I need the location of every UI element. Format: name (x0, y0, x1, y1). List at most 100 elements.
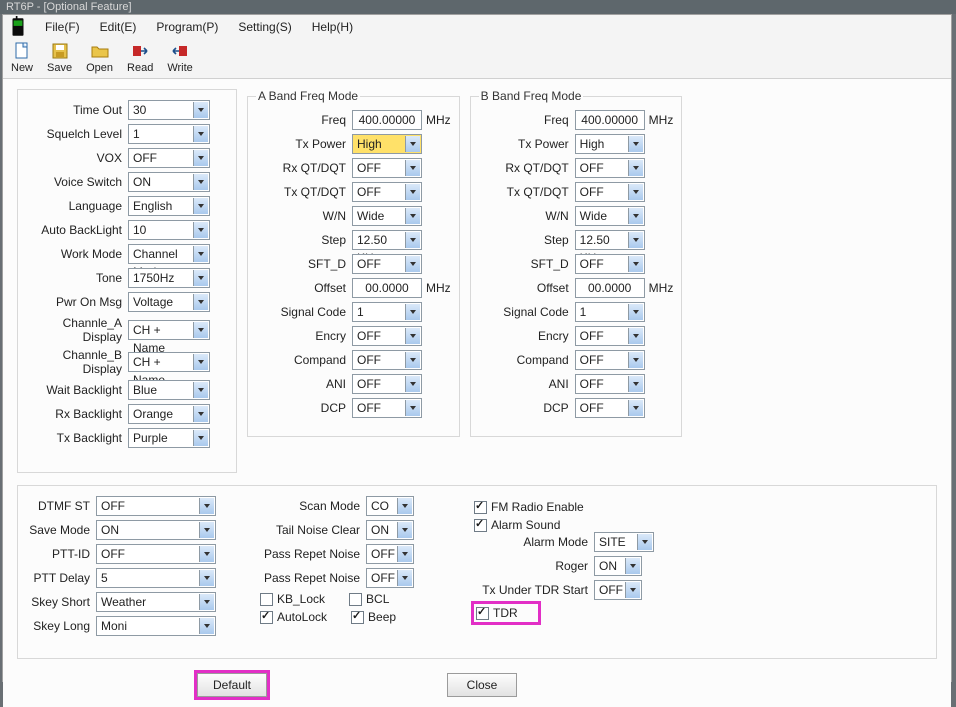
lbl-language: Language (24, 199, 128, 213)
check-tdr-lbl: TDR (493, 606, 518, 620)
a-offset-input[interactable]: 00.0000 (352, 278, 422, 298)
tool-save[interactable]: Save (47, 41, 72, 74)
check-tdr[interactable]: TDR (474, 604, 538, 622)
check-kb-lock[interactable]: KB_Lock (260, 592, 325, 606)
b-combo-dcp[interactable]: OFF (575, 398, 645, 418)
close-button[interactable]: Close (447, 673, 517, 697)
lbl-rx-backlight: Rx Backlight (24, 407, 128, 421)
lbl-alarm-mode: Alarm Mode (474, 535, 594, 549)
combo-wait-backlight[interactable]: Blue (128, 380, 210, 400)
combo-tx-tdr-start[interactable]: OFF (594, 580, 642, 600)
check-bcl[interactable]: BCL (349, 592, 389, 606)
combo-language[interactable]: English (128, 196, 210, 216)
combo-scan-mode[interactable]: CO (366, 496, 414, 516)
a-combo-tx-power[interactable]: High (352, 134, 422, 154)
menu-program[interactable]: Program(P) (146, 17, 228, 37)
b-combo-compand[interactable]: OFF (575, 350, 645, 370)
b-combo-tx-qt[interactable]: OFF (575, 182, 645, 202)
a-combo-encry[interactable]: OFF (352, 326, 422, 346)
tool-write[interactable]: Write (167, 41, 192, 74)
check-bcl-lbl: BCL (366, 592, 389, 606)
lbl-scan-mode: Scan Mode (260, 499, 366, 513)
b-combo-sft-d[interactable]: OFF (575, 254, 645, 274)
a-combo-signal[interactable]: 1 (352, 302, 422, 322)
a-combo-tx-qt[interactable]: OFF (352, 182, 422, 202)
combo-squelch[interactable]: 1 (128, 124, 210, 144)
a-lbl-ani: ANI (256, 377, 352, 391)
a-combo-sft-d[interactable]: OFF (352, 254, 422, 274)
lbl-vox: VOX (24, 151, 128, 165)
b-freq-input[interactable]: 400.00000 (575, 110, 645, 130)
combo-ptt-id[interactable]: OFF (96, 544, 216, 564)
combo-pwr-on-msg[interactable]: Voltage (128, 292, 210, 312)
combo-ptt-delay[interactable]: 5 (96, 568, 216, 588)
b-combo-signal[interactable]: 1 (575, 302, 645, 322)
menu-help[interactable]: Help(H) (302, 17, 363, 37)
a-lbl-encry: Encry (256, 329, 352, 343)
lbl-work-mode: Work Mode (24, 247, 128, 261)
combo-tx-backlight[interactable]: Purple (128, 428, 210, 448)
combo-tail-noise[interactable]: ON (366, 520, 414, 540)
lbl-skey-long: Skey Long (26, 619, 96, 633)
combo-roger[interactable]: ON (594, 556, 642, 576)
app-window: File(F) Edit(E) Program(P) Setting(S) He… (2, 14, 952, 682)
combo-alarm-mode[interactable]: SITE (594, 532, 654, 552)
default-button[interactable]: Default (197, 673, 267, 697)
a-combo-step[interactable]: 12.50 KHz (352, 230, 422, 250)
b-combo-step[interactable]: 12.50 KHz (575, 230, 645, 250)
a-offset-unit: MHz (426, 281, 451, 295)
combo-voice-switch[interactable]: ON (128, 172, 210, 192)
tool-open[interactable]: Open (86, 41, 113, 74)
lbl-tx-tdr-start: Tx Under TDR Start (474, 583, 594, 597)
combo-chan-b-display[interactable]: CH + Name (128, 352, 210, 372)
combo-dtmf-st[interactable]: OFF (96, 496, 216, 516)
b-lbl-tx-power: Tx Power (479, 137, 575, 151)
combo-rx-backlight[interactable]: Orange (128, 404, 210, 424)
combo-work-mode[interactable]: Channel Mode (128, 244, 210, 264)
menu-file[interactable]: File(F) (35, 17, 90, 37)
a-combo-rx-qt[interactable]: OFF (352, 158, 422, 178)
b-lbl-signal: Signal Code (479, 305, 575, 319)
b-offset-input[interactable]: 00.0000 (575, 278, 645, 298)
a-combo-ani[interactable]: OFF (352, 374, 422, 394)
combo-skey-short[interactable]: Weather (96, 592, 216, 612)
lbl-tx-backlight: Tx Backlight (24, 431, 128, 445)
lbl-wait-backlight: Wait Backlight (24, 383, 128, 397)
b-combo-rx-qt[interactable]: OFF (575, 158, 645, 178)
a-combo-dcp[interactable]: OFF (352, 398, 422, 418)
b-lbl-compand: Compand (479, 353, 575, 367)
a-freq-input[interactable]: 400.00000 (352, 110, 422, 130)
a-lbl-dcp: DCP (256, 401, 352, 415)
combo-auto-backlight[interactable]: 10 (128, 220, 210, 240)
menu-edit[interactable]: Edit(E) (90, 17, 147, 37)
combo-skey-long[interactable]: Moni (96, 616, 216, 636)
check-beep[interactable]: Beep (351, 610, 396, 624)
lbl-pass-repet1: Pass Repet Noise (260, 547, 366, 561)
combo-save-mode[interactable]: ON (96, 520, 216, 540)
b-lbl-freq: Freq (479, 113, 575, 127)
combo-chan-a-display[interactable]: CH + Name (128, 320, 210, 340)
tool-new[interactable]: New (11, 41, 33, 74)
b-combo-encry[interactable]: OFF (575, 326, 645, 346)
lbl-chan-a-display: Channle_A Display (24, 316, 128, 344)
check-alarm-sound[interactable]: Alarm Sound (474, 518, 560, 532)
b-combo-tx-power[interactable]: High (575, 134, 645, 154)
a-combo-compand[interactable]: OFF (352, 350, 422, 370)
check-autolock[interactable]: AutoLock (260, 610, 327, 624)
b-lbl-encry: Encry (479, 329, 575, 343)
combo-tone[interactable]: 1750Hz (128, 268, 210, 288)
tool-read[interactable]: Read (127, 41, 153, 74)
a-combo-wn[interactable]: Wide (352, 206, 422, 226)
lbl-roger: Roger (474, 559, 594, 573)
combo-pass-repet2[interactable]: OFF (366, 568, 414, 588)
combo-time-out[interactable]: 30 (128, 100, 210, 120)
b-combo-ani[interactable]: OFF (575, 374, 645, 394)
tool-new-label: New (11, 62, 33, 74)
b-combo-wn[interactable]: Wide (575, 206, 645, 226)
b-lbl-step: Step (479, 233, 575, 247)
check-fm-radio[interactable]: FM Radio Enable (474, 500, 584, 514)
combo-vox[interactable]: OFF (128, 148, 210, 168)
combo-pass-repet1[interactable]: OFF (366, 544, 414, 564)
menu-setting[interactable]: Setting(S) (228, 17, 301, 37)
tool-open-label: Open (86, 62, 113, 74)
